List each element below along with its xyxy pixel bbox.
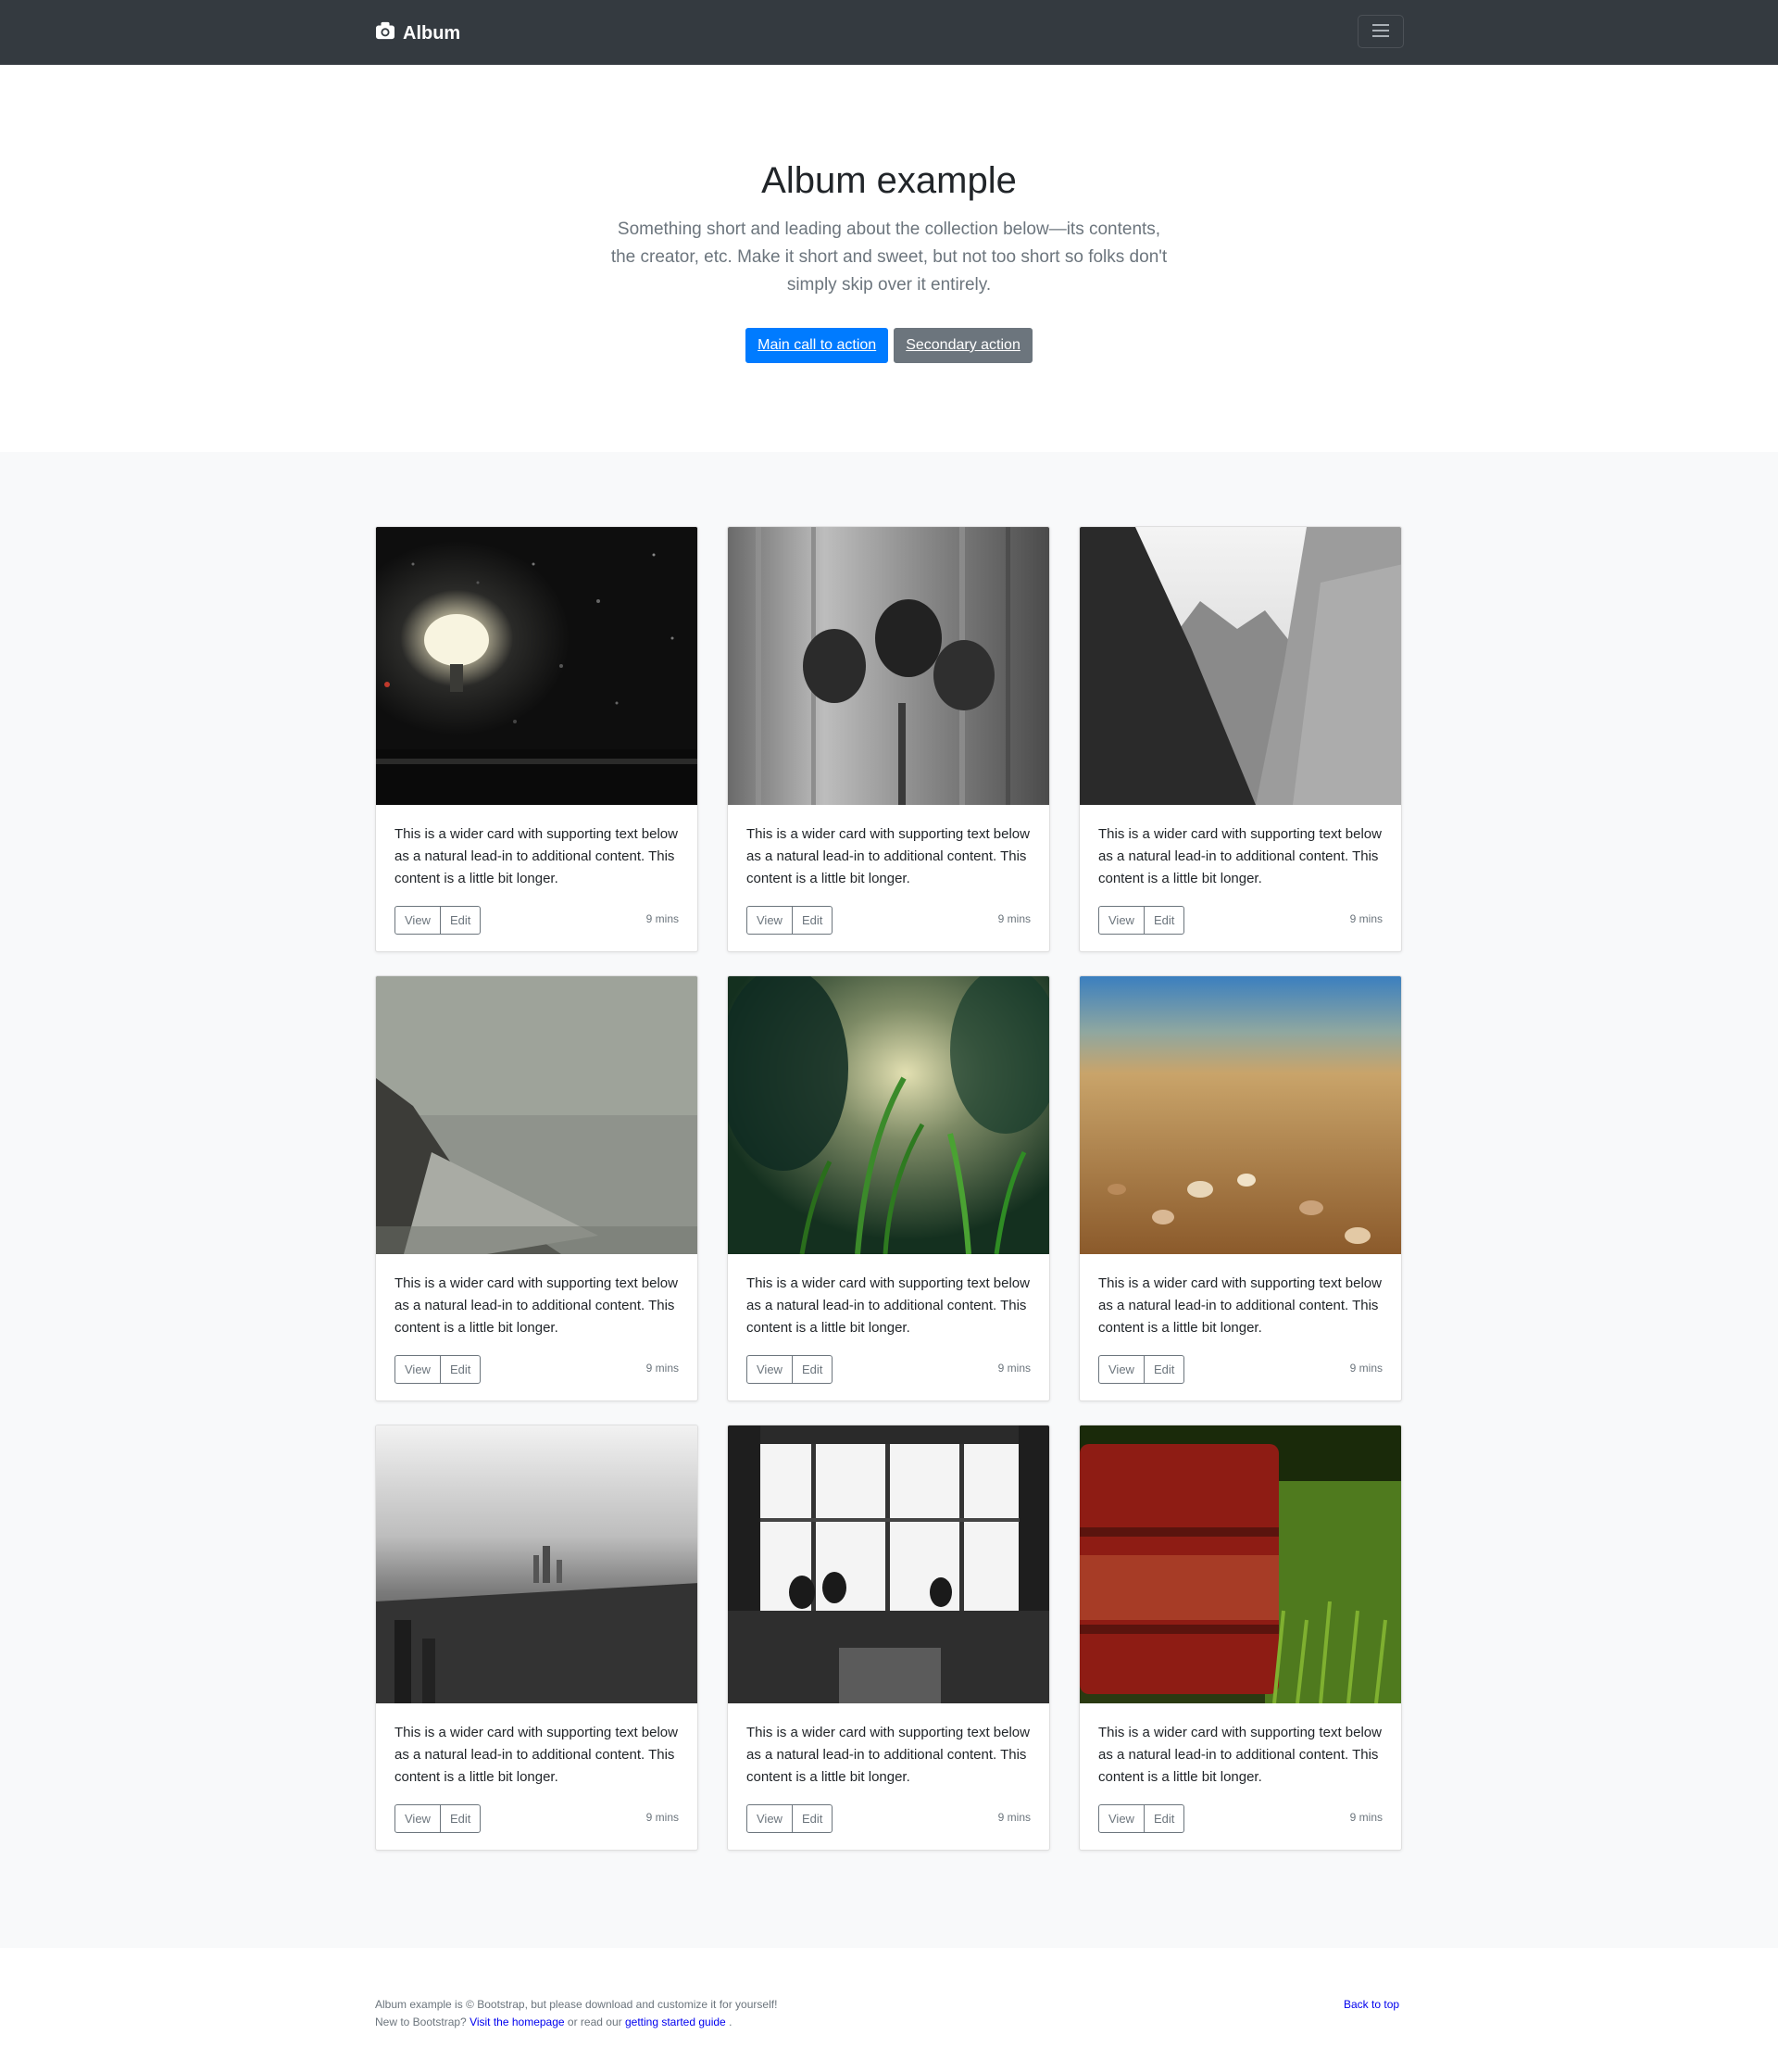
edit-button[interactable]: Edit bbox=[1143, 1355, 1185, 1384]
album-card: This is a wider card with supporting tex… bbox=[1079, 1425, 1402, 1851]
card-button-group: View Edit bbox=[746, 906, 833, 935]
hamburger-menu-icon bbox=[1371, 23, 1390, 41]
view-button[interactable]: View bbox=[394, 1355, 441, 1384]
card-text: This is a wider card with supporting tex… bbox=[394, 1275, 678, 1336]
edit-button[interactable]: Edit bbox=[439, 1355, 482, 1384]
card-button-group: View Edit bbox=[1098, 1355, 1185, 1384]
back-to-top-link[interactable]: Back to top bbox=[1344, 1998, 1399, 2011]
footer-help-middle: or read our bbox=[567, 2015, 622, 2028]
footer-help-text: New to Bootstrap? Visit the homepage or … bbox=[375, 2015, 732, 2028]
red-barrel-photo bbox=[1080, 1425, 1401, 1703]
secondary-action-button[interactable]: Secondary action bbox=[894, 328, 1033, 363]
footer-help-prefix: New to Bootstrap? bbox=[375, 2015, 467, 2028]
edit-button[interactable]: Edit bbox=[791, 906, 833, 935]
album-card: This is a wider card with supporting tex… bbox=[1079, 526, 1402, 952]
camera-icon bbox=[375, 21, 395, 45]
album-card: This is a wider card with supporting tex… bbox=[1079, 975, 1402, 1401]
card-time: 9 mins bbox=[997, 912, 1031, 925]
card-time: 9 mins bbox=[1349, 1811, 1383, 1824]
getting-started-guide-link[interactable]: getting started guide bbox=[625, 2015, 726, 2028]
album-card: This is a wider card with supporting tex… bbox=[727, 975, 1050, 1401]
footer-help-suffix: . bbox=[729, 2015, 732, 2028]
edit-button[interactable]: Edit bbox=[791, 1355, 833, 1384]
card-time: 9 mins bbox=[1349, 1362, 1383, 1375]
card-text: This is a wider card with supporting tex… bbox=[746, 1725, 1030, 1785]
edit-button[interactable]: Edit bbox=[1143, 906, 1185, 935]
card-text: This is a wider card with supporting tex… bbox=[394, 826, 678, 886]
seashells-beach-photo bbox=[1080, 976, 1401, 1254]
foggy-beach-photo bbox=[376, 976, 697, 1254]
card-text: This is a wider card with supporting tex… bbox=[1098, 826, 1382, 886]
view-button[interactable]: View bbox=[394, 906, 441, 935]
footer: Album example is © Bootstrap, but please… bbox=[0, 1948, 1778, 2072]
grass-closeup-photo bbox=[728, 976, 1049, 1254]
card-time: 9 mins bbox=[997, 1362, 1031, 1375]
card-button-group: View Edit bbox=[394, 1355, 482, 1384]
edit-button[interactable]: Edit bbox=[439, 1804, 482, 1833]
night-street-lamp-photo bbox=[376, 527, 697, 805]
card-text: This is a wider card with supporting tex… bbox=[746, 826, 1030, 886]
card-text: This is a wider card with supporting tex… bbox=[1098, 1275, 1382, 1336]
main-call-to-action-button[interactable]: Main call to action bbox=[745, 328, 889, 363]
card-time: 9 mins bbox=[1349, 912, 1383, 925]
view-button[interactable]: View bbox=[746, 1804, 793, 1833]
navbar: Album bbox=[0, 0, 1778, 65]
card-button-group: View Edit bbox=[746, 1804, 833, 1833]
cafe-silhouettes-photo bbox=[728, 1425, 1049, 1703]
album-card: This is a wider card with supporting tex… bbox=[727, 526, 1050, 952]
view-button[interactable]: View bbox=[1098, 1355, 1145, 1384]
card-time: 9 mins bbox=[645, 1811, 679, 1824]
edit-button[interactable]: Edit bbox=[1143, 1804, 1185, 1833]
album-card: This is a wider card with supporting tex… bbox=[375, 975, 698, 1401]
hero-actions: Main call to action Secondary action bbox=[0, 328, 1778, 363]
mountain-valley-photo bbox=[1080, 527, 1401, 805]
album-card: This is a wider card with supporting tex… bbox=[375, 1425, 698, 1851]
city-skyline-photo bbox=[376, 1425, 697, 1703]
card-button-group: View Edit bbox=[1098, 906, 1185, 935]
edit-button[interactable]: Edit bbox=[439, 906, 482, 935]
card-text: This is a wider card with supporting tex… bbox=[394, 1725, 678, 1785]
hero-lead-text: Something short and leading about the co… bbox=[610, 220, 1168, 295]
edit-button[interactable]: Edit bbox=[791, 1804, 833, 1833]
view-button[interactable]: View bbox=[394, 1804, 441, 1833]
hero-section: Album example Something short and leadin… bbox=[0, 65, 1778, 452]
footer-copyright: Album example is © Bootstrap, but please… bbox=[375, 1998, 778, 2011]
card-button-group: View Edit bbox=[1098, 1804, 1185, 1833]
brand-label: Album bbox=[403, 22, 461, 44]
card-button-group: View Edit bbox=[394, 906, 482, 935]
card-button-group: View Edit bbox=[746, 1355, 833, 1384]
album-section: This is a wider card with supporting tex… bbox=[0, 452, 1778, 1948]
visit-homepage-link[interactable]: Visit the homepage bbox=[470, 2015, 565, 2028]
navbar-toggle-button[interactable] bbox=[1358, 15, 1404, 48]
album-card: This is a wider card with supporting tex… bbox=[375, 526, 698, 952]
view-button[interactable]: View bbox=[1098, 906, 1145, 935]
view-button[interactable]: View bbox=[1098, 1804, 1145, 1833]
card-button-group: View Edit bbox=[394, 1804, 482, 1833]
view-button[interactable]: View bbox=[746, 1355, 793, 1384]
brand-link[interactable]: Album bbox=[375, 20, 460, 46]
card-time: 9 mins bbox=[997, 1811, 1031, 1824]
card-text: This is a wider card with supporting tex… bbox=[746, 1275, 1030, 1336]
page-title: Album example bbox=[761, 160, 1017, 201]
card-time: 9 mins bbox=[645, 1362, 679, 1375]
card-text: This is a wider card with supporting tex… bbox=[1098, 1725, 1382, 1785]
album-card: This is a wider card with supporting tex… bbox=[727, 1425, 1050, 1851]
card-time: 9 mins bbox=[645, 912, 679, 925]
view-button[interactable]: View bbox=[746, 906, 793, 935]
pinecones-photo bbox=[728, 527, 1049, 805]
